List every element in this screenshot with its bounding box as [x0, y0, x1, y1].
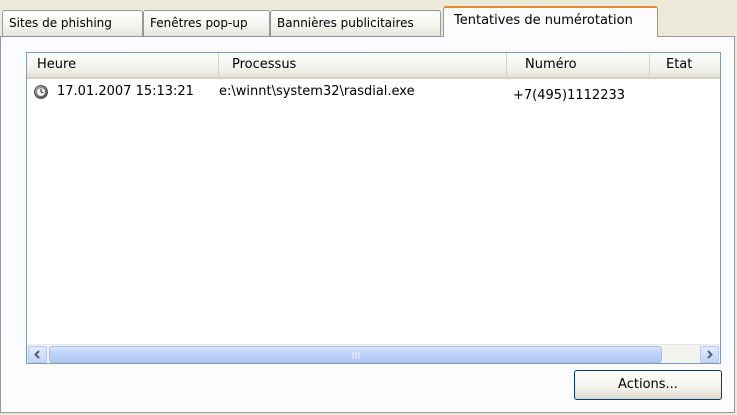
- list-header: Heure Processus Numéro Etat: [27, 53, 720, 79]
- horizontal-scrollbar[interactable]: [27, 344, 720, 363]
- column-header-number[interactable]: Numéro: [507, 53, 650, 77]
- dialog-window: Sites de phishing Fenêtres pop-up Banniè…: [0, 0, 737, 415]
- grip-icon: [352, 352, 359, 359]
- scroll-right-button[interactable]: [700, 346, 719, 363]
- tab-popup-windows[interactable]: Fenêtres pop-up: [143, 10, 270, 36]
- chevron-right-icon: [707, 350, 713, 359]
- row-number: +7(495)1112233: [513, 88, 626, 103]
- tab-label: Fenêtres pop-up: [150, 16, 248, 30]
- scrollbar-thumb[interactable]: [49, 346, 662, 363]
- tab-dial-attempts[interactable]: Tentatives de numérotation: [443, 6, 658, 37]
- column-header-process[interactable]: Processus: [219, 53, 507, 77]
- tab-label: Tentatives de numérotation: [454, 13, 633, 28]
- column-header-time[interactable]: Heure: [27, 53, 219, 77]
- clock-icon: [34, 85, 48, 99]
- list-item[interactable]: 17.01.2007 15:13:21 e:\winnt\system32\ra…: [27, 81, 720, 103]
- column-header-state[interactable]: Etat: [650, 53, 720, 77]
- row-process: e:\winnt\system32\rasdial.exe: [219, 84, 415, 99]
- tab-panel: Heure Processus Numéro Etat 17.01.2007 1…: [0, 36, 735, 413]
- scroll-left-button[interactable]: [28, 346, 47, 363]
- tab-ad-banners[interactable]: Bannières publicitaires: [270, 10, 441, 36]
- tab-label: Sites de phishing: [9, 16, 112, 30]
- row-time: 17.01.2007 15:13:21: [57, 84, 194, 99]
- tab-label: Bannières publicitaires: [277, 16, 414, 30]
- tab-phishing-sites[interactable]: Sites de phishing: [2, 10, 143, 36]
- dial-attempts-list[interactable]: Heure Processus Numéro Etat 17.01.2007 1…: [26, 52, 721, 364]
- chevron-left-icon: [34, 350, 40, 359]
- actions-button[interactable]: Actions...: [574, 370, 722, 400]
